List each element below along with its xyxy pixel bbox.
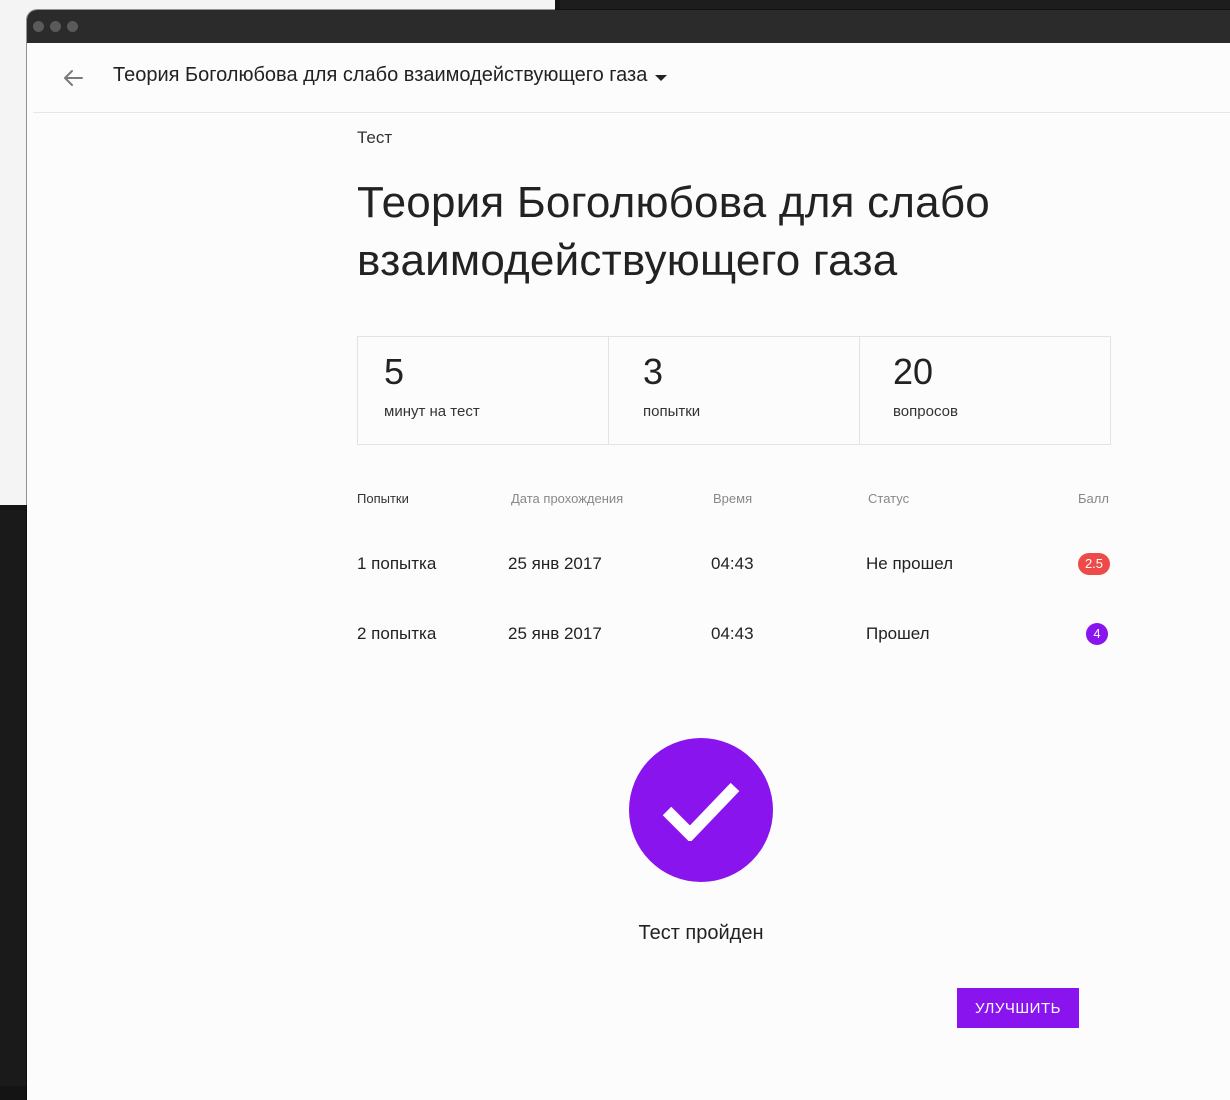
- page-title-line1: Теория Боголюбова для слабо: [357, 178, 990, 227]
- background-dark-left: [0, 510, 28, 1086]
- stat-value: 5: [384, 351, 405, 392]
- stat-value: 3: [643, 351, 664, 392]
- stat-questions: 20 вопросов: [860, 337, 1110, 444]
- main-content: Тест Теория Боголюбова для слабо взаимод…: [357, 112, 1111, 691]
- page-title-line2: взаимодействующего газа: [357, 236, 898, 285]
- improve-button[interactable]: Улучшить: [957, 988, 1079, 1028]
- cell-date: 25 янв 2017: [508, 554, 602, 573]
- cell-status: Прошел: [866, 624, 930, 643]
- maximize-window-dot[interactable]: [67, 21, 78, 32]
- course-title: Теория Боголюбова для слабо взаимодейств…: [113, 64, 648, 86]
- column-header-status: Статус: [868, 491, 910, 506]
- stat-attempts: 3 попытки: [609, 337, 860, 444]
- caret-down-icon: [655, 74, 668, 81]
- attempts-table: Попытки Дата прохождения Время Статус Ба…: [357, 491, 1111, 691]
- column-header-time: Время: [713, 491, 753, 506]
- column-header-date: Дата прохождения: [511, 491, 624, 506]
- result-text: Тест пройден: [638, 922, 764, 944]
- cell-status: Не прошел: [866, 554, 954, 573]
- success-indicator: [629, 738, 773, 882]
- stat-label: вопросов: [893, 403, 958, 420]
- checkmark-icon: [662, 782, 740, 841]
- stat-label: минут на тест: [384, 403, 480, 420]
- cell-time: 04:43: [711, 624, 754, 643]
- cell-date: 25 янв 2017: [508, 624, 602, 643]
- arrow-left-svg: [64, 70, 83, 86]
- arrow-left-icon[interactable]: [61, 67, 85, 89]
- column-header-score: Балл: [1078, 491, 1109, 506]
- minimize-window-dot[interactable]: [50, 21, 61, 32]
- cell-attempt: 1 попытка: [357, 554, 437, 573]
- score-badge: 4: [1086, 623, 1108, 645]
- window-controls: [33, 21, 78, 32]
- stat-value: 20: [893, 351, 934, 392]
- top-bar: Теория Боголюбова для слабо взаимодейств…: [33, 43, 1230, 113]
- test-stats: 5 минут на тест 3 попытки 20 вопросов: [357, 336, 1111, 445]
- page-title: Теория Боголюбова для слабо взаимодейств…: [357, 174, 1111, 290]
- stat-minutes: 5 минут на тест: [358, 337, 609, 444]
- stat-label: попытки: [643, 403, 701, 420]
- cell-attempt: 2 попытка: [357, 624, 437, 643]
- close-window-dot[interactable]: [33, 21, 44, 32]
- score-badge: 2.5: [1078, 553, 1110, 575]
- page-kicker: Тест: [357, 128, 393, 147]
- window-titlebar: [27, 10, 1230, 43]
- column-header-attempts: Попытки: [357, 491, 409, 506]
- course-title-dropdown[interactable]: Теория Боголюбова для слабо взаимодейств…: [113, 64, 668, 87]
- cell-time: 04:43: [711, 554, 754, 573]
